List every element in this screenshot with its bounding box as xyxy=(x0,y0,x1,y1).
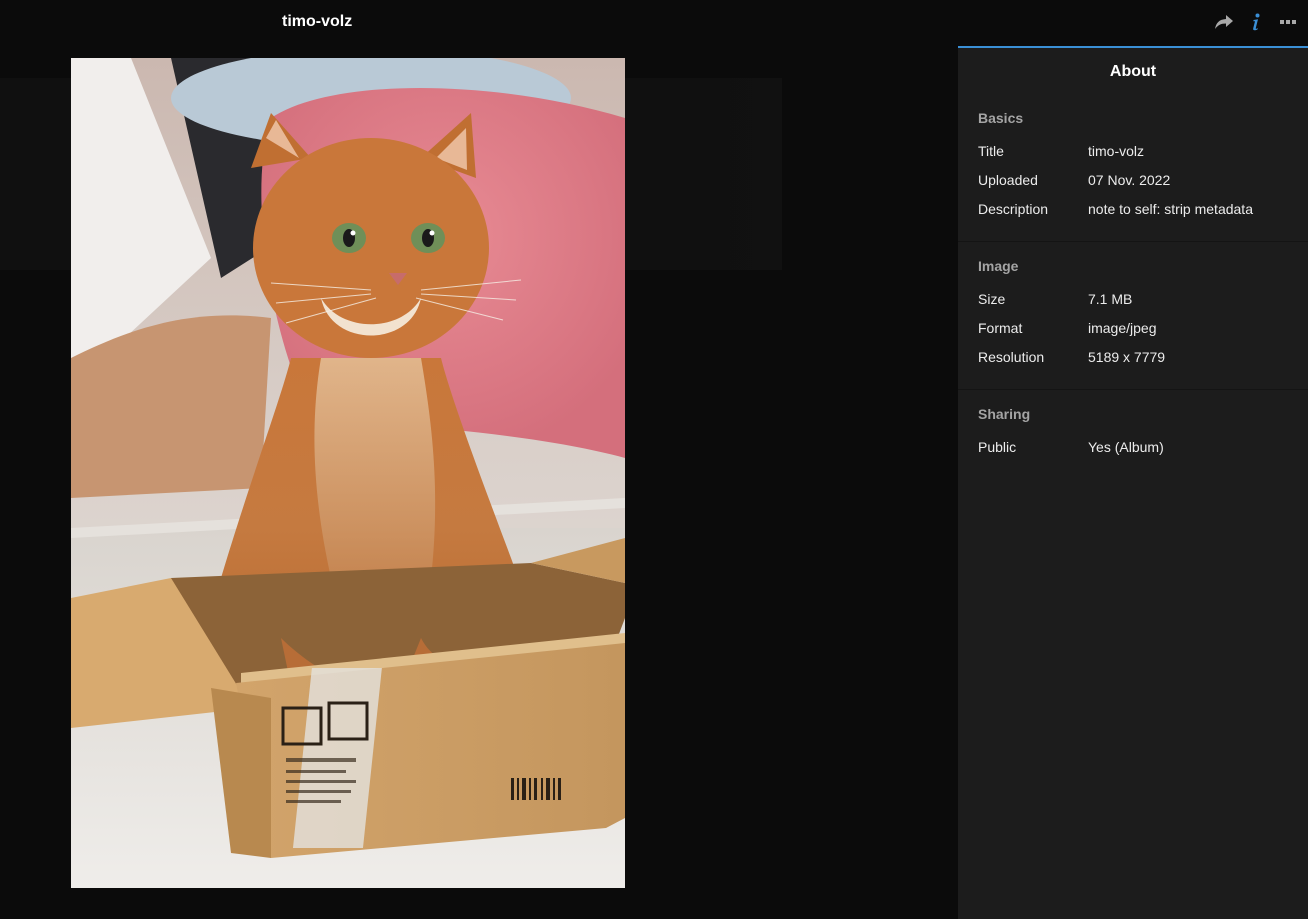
section-sharing: Sharing Public Yes (Album) xyxy=(958,390,1308,479)
photo-cat-in-box[interactable] xyxy=(71,58,625,888)
info-value: Yes (Album) xyxy=(1088,439,1164,455)
info-row-resolution: Resolution 5189 x 7779 xyxy=(978,348,1308,377)
info-row-size: Size 7.1 MB xyxy=(978,290,1308,319)
info-value: 07 Nov. 2022 xyxy=(1088,172,1171,188)
section-image: Image Size 7.1 MB Format image/jpeg Reso… xyxy=(958,242,1308,390)
section-heading: Basics xyxy=(978,110,1024,126)
share-button[interactable] xyxy=(1214,10,1234,34)
info-label: Resolution xyxy=(978,349,1045,365)
info-row-title: Title timo-volz xyxy=(978,142,1308,171)
more-icon xyxy=(1280,20,1296,24)
toolbar xyxy=(1214,10,1298,34)
section-heading: Image xyxy=(978,258,1019,274)
info-value: 5189 x 7779 xyxy=(1088,349,1166,365)
top-bar: timo-volz xyxy=(0,0,1308,46)
info-value: timo-volz xyxy=(1088,143,1145,159)
image-viewer xyxy=(0,46,958,919)
info-value: image/jpeg xyxy=(1088,320,1157,336)
photo-title: timo-volz xyxy=(282,13,353,30)
info-value: 7.1 MB xyxy=(1088,291,1133,307)
info-button[interactable] xyxy=(1246,10,1266,34)
share-icon xyxy=(1215,15,1233,29)
info-label: Uploaded xyxy=(978,172,1038,188)
info-row-public: Public Yes (Album) xyxy=(978,438,1308,467)
info-label: Format xyxy=(978,320,1023,336)
photo-image xyxy=(71,58,625,888)
info-label: Title xyxy=(978,143,1004,159)
more-button[interactable] xyxy=(1278,10,1298,34)
about-panel: About Basics Title timo-volz Uploaded 07… xyxy=(958,46,1308,919)
info-row-uploaded: Uploaded 07 Nov. 2022 xyxy=(978,171,1308,200)
section-heading: Sharing xyxy=(978,406,1031,422)
info-label: Description xyxy=(978,201,1049,217)
info-value: note to self: strip metadata xyxy=(1088,201,1253,217)
info-label: Public xyxy=(978,439,1017,455)
about-panel-title: About xyxy=(1109,63,1157,80)
info-icon xyxy=(1253,13,1260,31)
info-row-description: Description note to self: strip metadata xyxy=(978,200,1308,229)
section-basics: Basics Title timo-volz Uploaded 07 Nov. … xyxy=(958,94,1308,242)
info-row-format: Format image/jpeg xyxy=(978,319,1308,348)
info-label: Size xyxy=(978,291,1006,307)
